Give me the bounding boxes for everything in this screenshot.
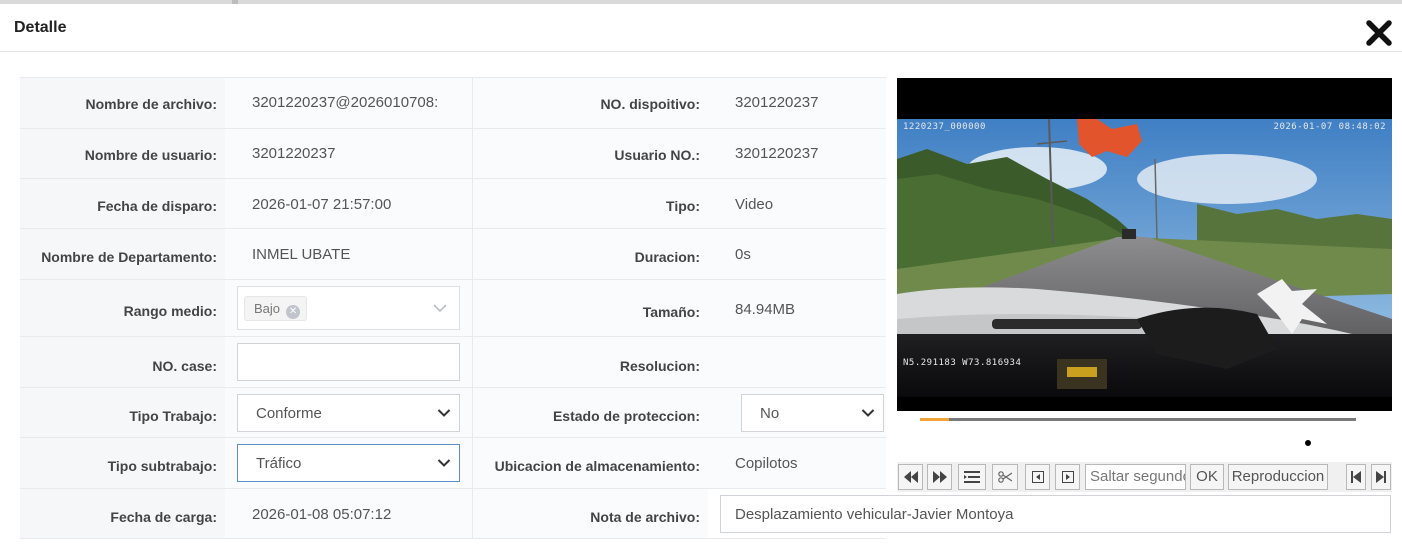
trigger-date-label: Fecha de disparo:: [97, 198, 217, 214]
detail-table: Nombre de archivo: 3201220237@2026010708…: [20, 77, 886, 539]
storage-location-label: Ubicacion de almacenamiento:: [494, 458, 700, 474]
file-name-label: Nombre de archivo:: [85, 96, 217, 112]
progress-fill: [920, 418, 949, 421]
chevron-down-icon: [433, 304, 447, 312]
dashcam-frame-image: [897, 119, 1392, 397]
playback-speed-button[interactable]: Reproduccion: [1228, 464, 1328, 490]
prev-frame-button[interactable]: [1025, 464, 1050, 490]
next-frame-button[interactable]: [1055, 464, 1080, 490]
table-row: Tipo Trabajo: Conforme Estado de protecc…: [20, 388, 886, 438]
player-toolbar: Saltar segundos OK Reproduccion: [897, 462, 1392, 492]
table-row: NO. case: Resolucion:: [20, 337, 886, 388]
skip-start-icon: [1351, 471, 1361, 483]
video-player[interactable]: 1220237_000000 2026-01-07 08:48:02 N5.29…: [897, 78, 1392, 411]
protection-value: No: [760, 405, 780, 422]
work-type-value: Conforme: [256, 405, 322, 422]
upload-date-value: 2026-01-08 05:07:12: [252, 506, 392, 523]
next-frame-icon: [1061, 471, 1074, 483]
close-icon: [1366, 20, 1392, 46]
user-no-value: 3201220237: [735, 145, 819, 162]
resolution-label: Resolucion:: [619, 358, 700, 374]
modal-title: Detalle: [14, 19, 67, 36]
pause-icon: [932, 435, 946, 451]
osd-timestamp: 2026-01-07 08:48:02: [1273, 122, 1386, 132]
duration-label: Duracion:: [634, 249, 700, 265]
protection-select[interactable]: No: [741, 394, 884, 432]
fast-forward-icon: [932, 471, 947, 483]
file-note-input[interactable]: Desplazamiento vehicular-Javier Montoya: [720, 495, 1391, 533]
cut-button[interactable]: [992, 464, 1018, 490]
osd-gps: N5.291183 W73.816934: [903, 358, 1022, 368]
prev-frame-icon: [1031, 471, 1044, 483]
skip-end-button[interactable]: [1371, 464, 1391, 490]
tag-label: Bajo: [254, 301, 281, 316]
department-label: Nombre de Departamento:: [41, 249, 217, 265]
table-row: Rango medio: Bajo ✕ Tamaño: 84.94MB: [20, 280, 886, 337]
playlist-button[interactable]: [958, 464, 986, 490]
type-value: Video: [735, 196, 774, 213]
device-no-value: 3201220237: [735, 94, 819, 111]
chevron-down-icon: [437, 459, 451, 467]
chevron-down-icon: [861, 409, 875, 417]
table-row: Tipo subtrabajo: Tráfico Ubicacion de al…: [20, 438, 886, 489]
subwork-type-select[interactable]: Tráfico: [237, 444, 460, 482]
case-no-label: NO. case:: [152, 358, 217, 374]
work-type-select[interactable]: Conforme: [237, 394, 460, 432]
storage-location-value: Copilotos: [735, 455, 798, 472]
osd-device-id: 1220237_000000: [903, 122, 986, 132]
pause-button[interactable]: [929, 433, 949, 453]
upload-date-label: Fecha de carga:: [110, 509, 217, 525]
type-label: Tipo:: [666, 198, 700, 214]
file-note-label: Nota de archivo:: [590, 509, 700, 525]
protection-label: Estado de proteccion:: [552, 408, 700, 424]
table-row: Nombre de Departamento: INMEL UBATE Dura…: [20, 229, 886, 280]
user-name-value: 3201220237: [252, 145, 336, 162]
progress-bar[interactable]: [920, 418, 1356, 421]
table-row: Nombre de archivo: 3201220237@2026010708…: [20, 78, 886, 129]
volume-icon: [974, 436, 990, 450]
rewind-icon: [903, 471, 918, 483]
skip-end-icon: [1376, 471, 1386, 483]
average-range-tag: Bajo ✕: [244, 296, 308, 321]
close-button[interactable]: [1362, 16, 1396, 50]
file-note-value: Desplazamiento vehicular-Javier Montoya: [735, 506, 1014, 523]
duration-value: 0s: [735, 246, 751, 263]
table-row: Fecha de disparo: 2026-01-07 21:57:00 Ti…: [20, 179, 886, 229]
seek-seconds-input[interactable]: Saltar segundos: [1085, 464, 1186, 490]
ok-button[interactable]: OK: [1190, 464, 1224, 490]
skip-start-button[interactable]: [1346, 464, 1366, 490]
case-no-input[interactable]: [237, 343, 460, 381]
scissors-icon: [998, 471, 1012, 483]
device-no-label: NO. dispoitivo:: [600, 96, 700, 112]
volume-button[interactable]: [972, 434, 996, 452]
table-row: Nombre de usuario: 3201220237 Usuario NO…: [20, 129, 886, 179]
department-value: INMEL UBATE: [252, 246, 351, 263]
size-value: 84.94MB: [735, 301, 796, 318]
file-name-value: 3201220237@2026010708:: [252, 94, 439, 111]
size-label: Tamaño:: [642, 304, 700, 320]
fullscreen-icon: [1339, 433, 1363, 453]
gear-icon: [1297, 432, 1319, 454]
video-frame: 1220237_000000 2026-01-07 08:48:02 N5.29…: [897, 119, 1392, 397]
settings-button[interactable]: [1297, 432, 1319, 454]
list-icon: [964, 471, 980, 483]
fullscreen-button[interactable]: [1339, 433, 1363, 453]
rewind-button[interactable]: [898, 464, 923, 490]
subwork-type-label: Tipo subtrabajo:: [107, 458, 217, 474]
chevron-down-icon: [437, 409, 451, 417]
fast-forward-button[interactable]: [927, 464, 952, 490]
user-no-label: Usuario NO.:: [614, 147, 700, 163]
user-name-label: Nombre de usuario:: [84, 147, 217, 163]
average-range-select[interactable]: Bajo ✕: [237, 286, 460, 330]
tag-remove-icon[interactable]: ✕: [286, 305, 301, 319]
work-type-label: Tipo Trabajo:: [129, 408, 217, 424]
subwork-type-value: Tráfico: [256, 455, 302, 472]
time-display: 00:38 / 09:36: [1017, 435, 1099, 451]
average-range-label: Rango medio:: [123, 303, 217, 319]
modal-header: Detalle: [0, 4, 1402, 52]
trigger-date-value: 2026-01-07 21:57:00: [252, 196, 392, 213]
